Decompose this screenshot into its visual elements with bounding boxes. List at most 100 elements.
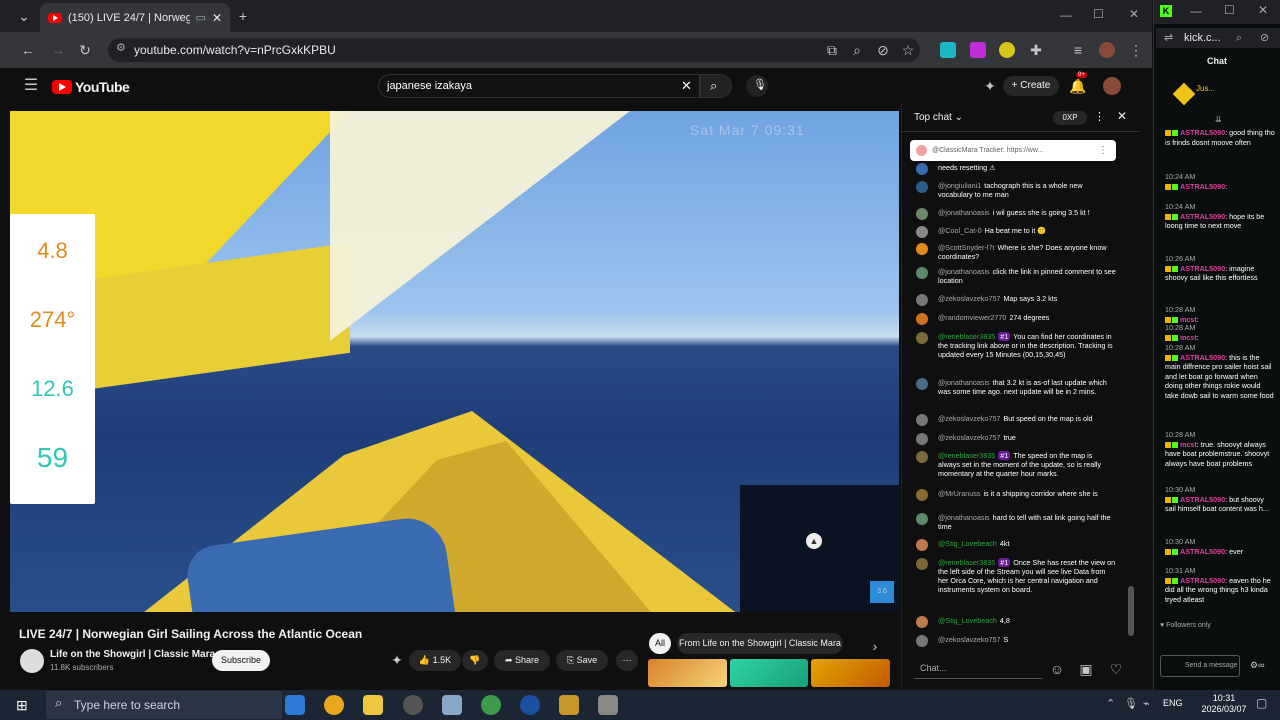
kick-username[interactable]: ASTRAL5090 — [1180, 547, 1225, 556]
chip-from-channel[interactable]: From Life on the Showgirl | Classic Mara — [677, 633, 843, 654]
app-icon[interactable] — [559, 695, 579, 715]
chat-message[interactable]: @Stig_Lovebeach 4,8 — [916, 616, 1116, 628]
language-indicator[interactable]: ENG — [1163, 698, 1183, 708]
profile-avatar[interactable] — [1099, 42, 1115, 58]
heart-icon[interactable]: ♡ — [1106, 659, 1126, 679]
new-tab-icon[interactable]: + — [233, 6, 253, 26]
cast-icon[interactable]: ⧉ — [822, 40, 842, 60]
tab-search-icon[interactable]: ⌄ — [14, 6, 34, 26]
chat-avatar[interactable] — [916, 294, 928, 306]
extension-c-icon[interactable] — [999, 42, 1015, 58]
chat-input[interactable]: Chat... — [914, 659, 1042, 679]
kick-message[interactable]: 10:28 AM mcst: true. shoovyt always have … — [1165, 430, 1275, 468]
minimize-icon[interactable]: — — [1060, 8, 1072, 22]
chat-avatar[interactable] — [916, 539, 928, 551]
chat-message[interactable]: @zekoslavzeko757 Map says 3.2 kts — [916, 294, 1116, 306]
kick-settings-icon[interactable]: ⚙∞ — [1250, 660, 1264, 671]
chat-author[interactable]: @reneblaser3835 — [938, 332, 995, 341]
chrome-icon[interactable] — [324, 695, 344, 715]
kick-address-bar[interactable]: ⇌ kick.c... ⌕ ⊘ — [1156, 28, 1280, 48]
kick-username[interactable]: ASTRAL5090 — [1180, 182, 1225, 191]
tab-audio-icon[interactable]: ▭ — [196, 11, 206, 24]
mic-tray-icon[interactable]: 🎙 — [1124, 697, 1138, 710]
reload-icon[interactable]: ↻ — [75, 40, 95, 60]
chat-avatar[interactable] — [916, 513, 928, 525]
maximize-icon[interactable]: ☐ — [1093, 7, 1104, 21]
kick-zoom-icon[interactable]: ⌕ — [1236, 28, 1242, 48]
chat-author[interactable]: @MrUranuss — [938, 489, 980, 498]
pinned-menu-icon[interactable]: ⋮ — [1098, 140, 1108, 161]
browser-tab[interactable]: (150) LIVE 24/7 | Norwegian ▭ ✕ — [40, 3, 230, 32]
kick-username[interactable]: ASTRAL5090 — [1180, 212, 1225, 221]
network-icon[interactable]: ⌁ — [1143, 697, 1150, 710]
close-window-icon[interactable]: ✕ — [1129, 7, 1139, 21]
chat-avatar[interactable] — [916, 267, 928, 279]
chat-author[interactable]: @reneblaser3835 — [938, 558, 995, 567]
kick-close-icon[interactable]: ✕ — [1258, 3, 1268, 17]
app-icon-2[interactable] — [598, 695, 618, 715]
chat-author[interactable]: @zekoslavzeko757 — [938, 635, 1000, 644]
chat-author[interactable]: @zekoslavzeko757 — [938, 433, 1000, 442]
chat-message[interactable]: @zekoslavzeko757 true — [916, 433, 1116, 445]
chat-message[interactable]: @jonathanoasis i wil guess she is going 3… — [916, 208, 1116, 220]
chat-message[interactable]: @Cool_Cat-0 Ha beat me to it 🙂 — [916, 226, 1116, 238]
kick-message[interactable]: 10:28 AM ASTRAL5090: this is the main dif… — [1165, 343, 1275, 400]
sponsor-icon[interactable]: ✦ — [980, 76, 1000, 96]
forward-icon[interactable]: → — [48, 40, 68, 60]
chips-next-icon[interactable]: › — [865, 636, 885, 656]
kick-username[interactable]: ASTRAL5090 — [1180, 264, 1225, 273]
chat-avatar[interactable] — [916, 378, 928, 390]
kick-message[interactable]: 10:31 AM ASTRAL5090: eaven tho he did all… — [1165, 566, 1275, 604]
create-button[interactable]: + Create — [1003, 76, 1059, 96]
kick-message[interactable]: 10:30 AM ASTRAL5090: but shoovy sail hims… — [1165, 485, 1275, 514]
kick-message[interactable]: ASTRAL5090: good thing tho is frinds dos… — [1165, 128, 1275, 147]
clear-search-icon[interactable]: ✕ — [681, 75, 692, 97]
chrome-profile-icon[interactable] — [481, 695, 501, 715]
address-bar[interactable]: ⚙ youtube.com/watch?v=nPrcGxkKPBU — [108, 38, 920, 62]
kick-message[interactable]: 10:24 AM ASTRAL5090: — [1165, 172, 1275, 191]
bookmark-star-icon[interactable]: ☆ — [898, 40, 918, 60]
chat-message[interactable]: @jonathanoasis hard to tell with sat link… — [916, 513, 1116, 531]
kick-maximize-icon[interactable]: ☐ — [1224, 3, 1235, 17]
chat-avatar[interactable] — [916, 226, 928, 238]
site-info-icon[interactable]: ⚙ — [116, 41, 126, 54]
chat-message[interactable]: @jongiuliani1 tachograph this is a whole … — [916, 181, 1116, 199]
chat-message[interactable]: @jonathanoasis click the link in pinned c… — [916, 267, 1116, 285]
eye-off-icon[interactable]: ⊘ — [873, 40, 893, 60]
kick-username[interactable]: ASTRAL5090 — [1180, 128, 1225, 137]
chat-avatar[interactable] — [916, 243, 928, 255]
recommendation-thumbnail[interactable] — [729, 659, 809, 687]
kick-username[interactable]: mcst — [1180, 333, 1197, 342]
search-button[interactable]: ⌕ — [700, 74, 732, 98]
kick-message[interactable]: 10:30 AM ASTRAL5090: ever — [1165, 537, 1275, 556]
tab-close-icon[interactable]: ✕ — [212, 11, 222, 25]
chat-menu-icon[interactable]: ⋮ — [1094, 110, 1105, 123]
chat-avatar[interactable] — [916, 489, 928, 501]
chat-avatar[interactable] — [916, 616, 928, 628]
chat-message[interactable]: @Stig_Lovebeach 4kt — [916, 539, 1116, 551]
thanks-icon[interactable]: ✦ — [387, 650, 407, 670]
chat-mode-select[interactable]: Top chat ⌄ — [914, 112, 963, 123]
chat-author[interactable]: @reneblaser3835 — [938, 451, 995, 460]
zoom-icon[interactable]: ⌕ — [847, 40, 867, 60]
windows-start-icon[interactable]: ⊞ — [16, 697, 32, 713]
kick-username[interactable]: mcst — [1180, 440, 1197, 449]
browser-menu-icon[interactable]: ⋮ — [1126, 40, 1146, 60]
kick-message[interactable]: 10:28 AM mcst: — [1165, 305, 1275, 324]
chat-author[interactable]: @jonathanoasis — [938, 208, 990, 217]
back-icon[interactable]: ← — [18, 40, 38, 60]
chat-avatar[interactable] — [916, 414, 928, 426]
notification-center-icon[interactable]: ▢ — [1256, 696, 1267, 710]
account-avatar[interactable] — [1103, 77, 1121, 95]
taskbar-app-icon[interactable] — [285, 695, 305, 715]
dislike-button[interactable]: 👎 — [462, 650, 488, 671]
guide-menu-icon[interactable]: ☰ — [21, 76, 41, 96]
chip-all[interactable]: All — [649, 633, 671, 654]
chat-avatar[interactable] — [916, 433, 928, 445]
kick-message[interactable]: 10:26 AM ASTRAL5090: imagine shoovy sail … — [1165, 254, 1275, 283]
chat-author[interactable]: @jonathanoasis — [938, 267, 990, 276]
chat-author[interactable]: @zekoslavzeko757 — [938, 414, 1000, 423]
points-badge[interactable]: 0XP — [1053, 111, 1087, 125]
extension-a-icon[interactable] — [940, 42, 956, 58]
chat-author[interactable]: @jongiuliani1 — [938, 181, 981, 190]
